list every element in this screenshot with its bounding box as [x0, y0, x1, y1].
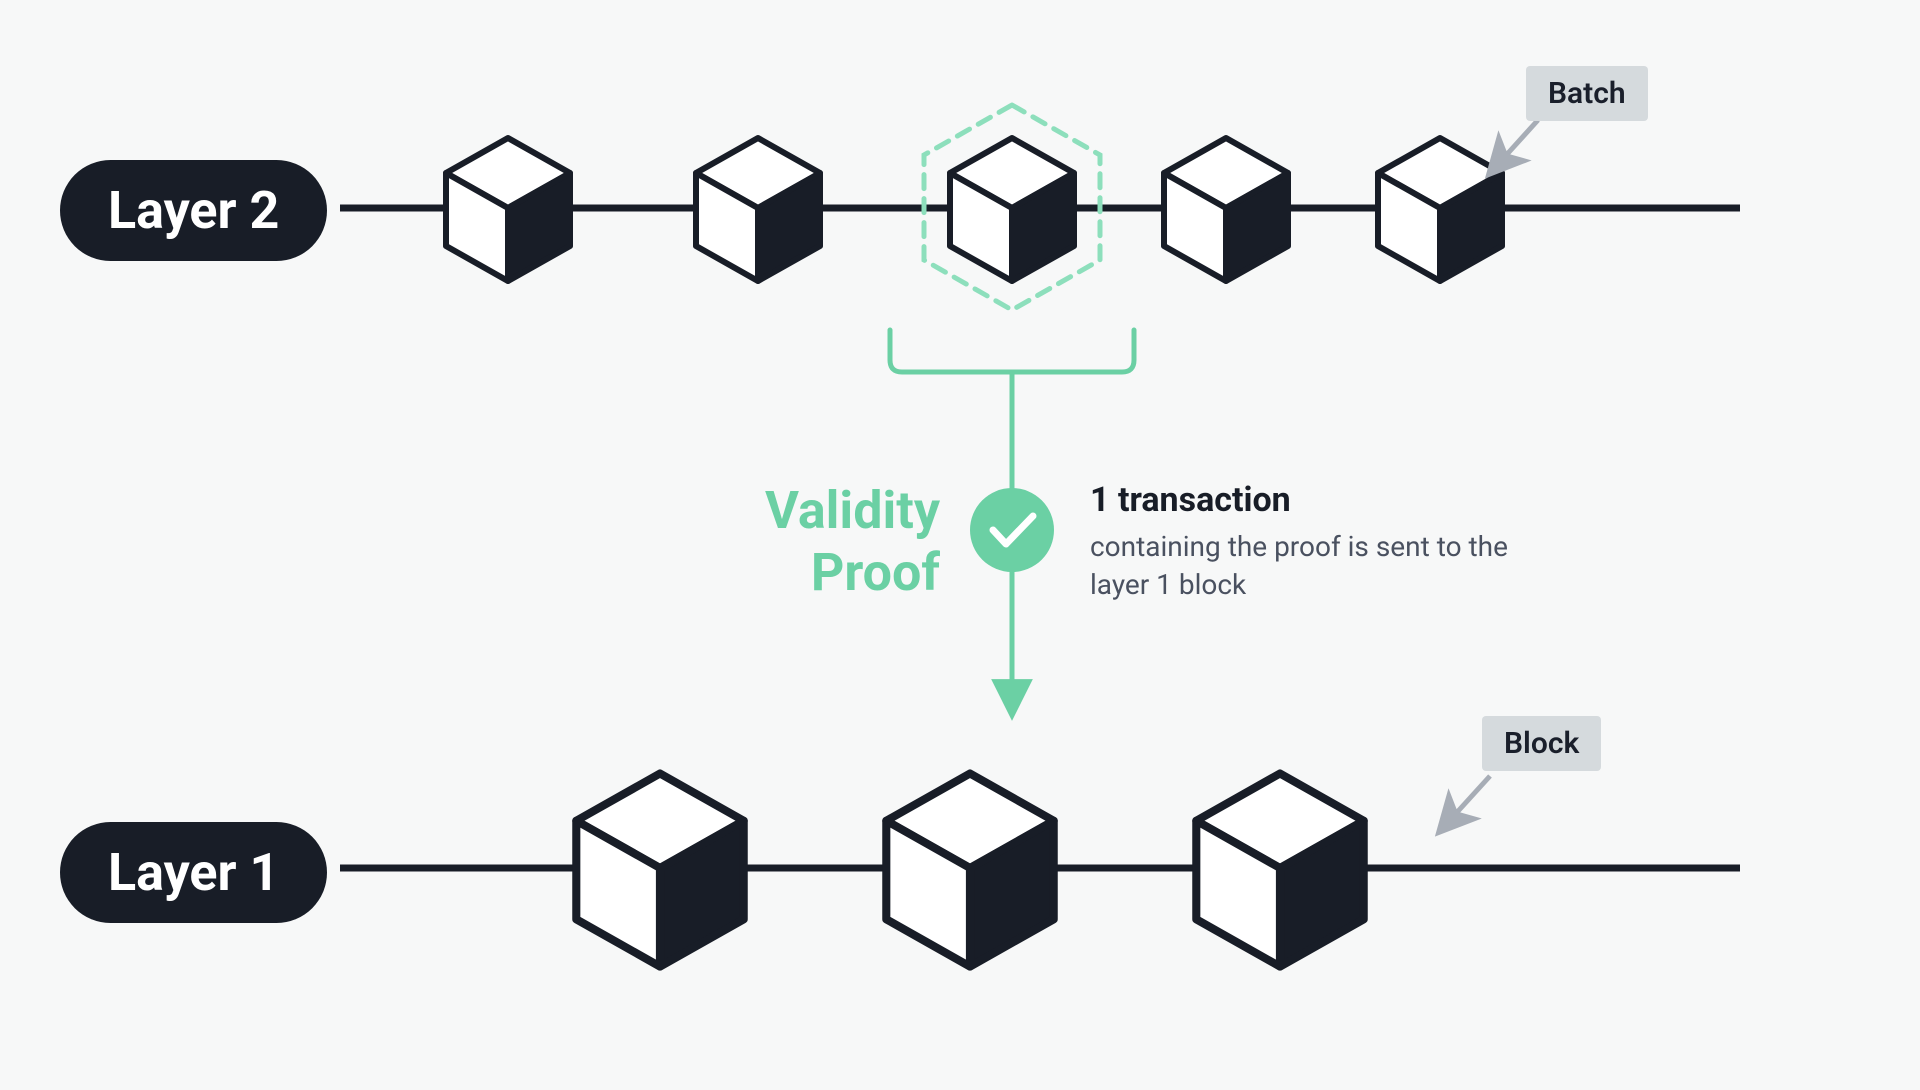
batch-callout-arrow: [1500, 120, 1538, 162]
layer2-label-text: Layer 2: [108, 180, 279, 241]
l2-batch-4: [1164, 138, 1288, 281]
bracket: [890, 330, 1134, 372]
validity-line1: Validity: [700, 480, 940, 542]
l2-batch-1: [446, 138, 570, 281]
block-tag: Block: [1482, 716, 1601, 771]
batch-tag: Batch: [1526, 66, 1648, 121]
check-icon: [970, 488, 1054, 572]
validity-line2: Proof: [700, 542, 940, 604]
batch-tag-text: Batch: [1548, 76, 1626, 111]
l2-batch-2: [696, 138, 820, 281]
transaction-description: 1 transaction containing the proof is se…: [1090, 480, 1530, 604]
l1-block-1: [576, 774, 743, 967]
validity-proof-label: Validity Proof: [700, 480, 940, 605]
diagram-stage: Layer 2 Layer 1 Batch Block Validity Pro…: [0, 0, 1920, 1090]
transaction-title: 1 transaction: [1090, 480, 1530, 520]
l1-block-3: [1196, 774, 1363, 967]
block-callout-arrow: [1450, 776, 1490, 820]
layer1-label: Layer 1: [60, 822, 327, 923]
l2-batch-3-highlighted: [924, 105, 1100, 310]
layer2-label: Layer 2: [60, 160, 327, 261]
l2-batch-5: [1378, 138, 1502, 281]
transaction-body: containing the proof is sent to the laye…: [1090, 528, 1530, 604]
block-tag-text: Block: [1504, 726, 1579, 761]
l1-block-2: [886, 774, 1053, 967]
layer1-label-text: Layer 1: [108, 842, 279, 903]
